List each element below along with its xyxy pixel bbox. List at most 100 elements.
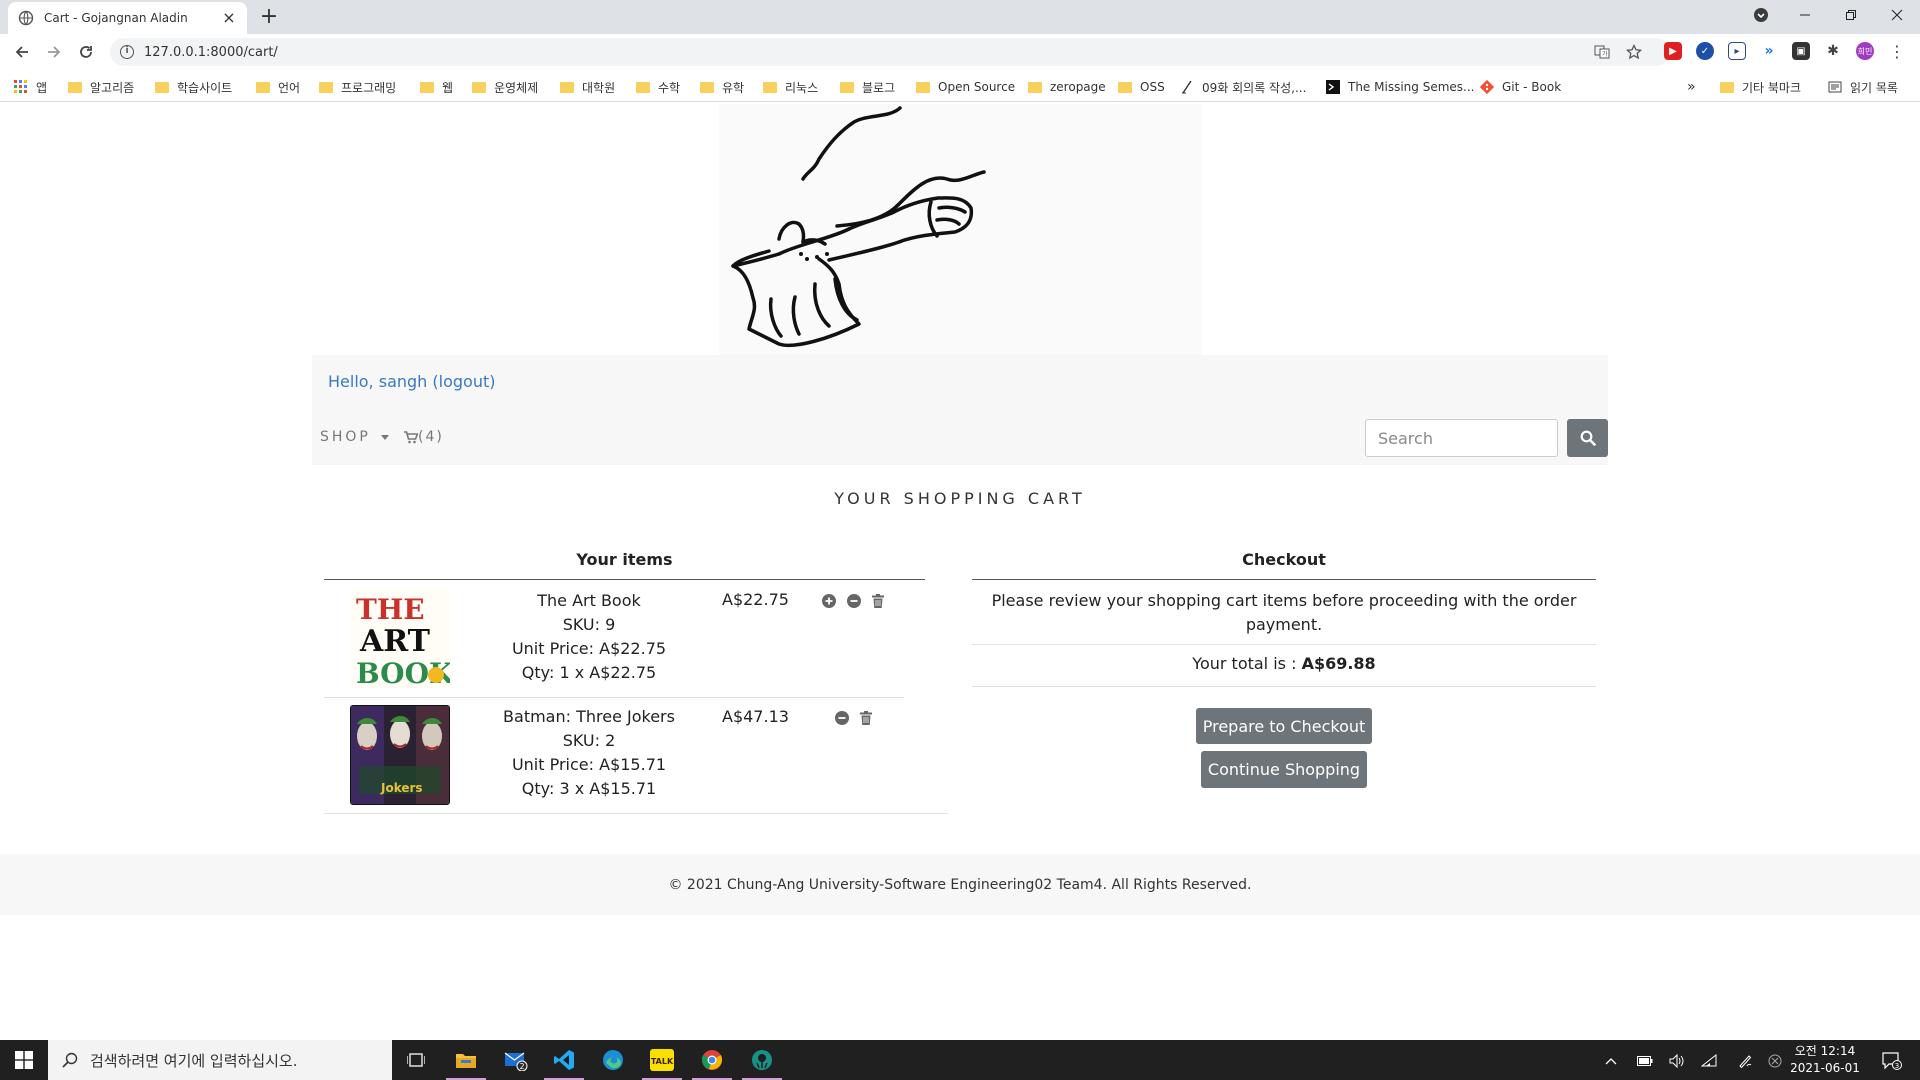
bookmark-folder[interactable]: 프로그래밍 xyxy=(319,78,396,96)
check-extension-icon[interactable]: ✓ xyxy=(1696,42,1714,60)
bookmark-folder[interactable]: zeropage xyxy=(1028,78,1106,96)
chrome-icon[interactable] xyxy=(688,1040,736,1080)
folder-icon xyxy=(319,81,333,93)
window-extension-icon[interactable]: ▸ xyxy=(1728,42,1746,60)
divider xyxy=(972,686,1596,687)
search-button[interactable] xyxy=(1567,419,1608,457)
browser-tab[interactable]: Cart - Gojangnan Aladin × xyxy=(8,2,247,34)
close-window-button[interactable] xyxy=(1874,0,1920,30)
windows-start-icon[interactable] xyxy=(0,1040,48,1080)
bookmarks-overflow-button[interactable]: » xyxy=(1687,78,1696,96)
volume-icon[interactable] xyxy=(1666,1052,1688,1070)
kakao-label: TALK xyxy=(651,1057,674,1066)
divider xyxy=(324,697,904,698)
folder-icon xyxy=(560,81,574,93)
cover-text: THE xyxy=(356,593,425,626)
forward-icon[interactable] xyxy=(42,40,66,64)
shop-dropdown[interactable]: SHOP xyxy=(320,429,389,445)
browser-toolbar: i 127.0.0.1:8000/cart/ 가 xyxy=(0,34,1920,70)
bookmark-apps[interactable]: 앱 xyxy=(14,78,47,96)
notification-center-icon[interactable]: 3 xyxy=(1880,1052,1904,1070)
minus-circle-icon[interactable] xyxy=(846,593,861,608)
greeting-logout-link[interactable]: Hello, sangh (logout) xyxy=(328,372,495,391)
minus-circle-icon[interactable] xyxy=(834,710,849,725)
trash-icon[interactable] xyxy=(858,710,873,725)
folder-icon xyxy=(1118,81,1132,93)
folder-icon xyxy=(256,81,270,93)
taskbar-search-box[interactable]: 검색하려면 여기에 입력하십시오. xyxy=(48,1040,392,1080)
bookmark-label: 수학 xyxy=(658,80,681,95)
vscode-icon[interactable] xyxy=(540,1040,588,1080)
youtube-extension-icon[interactable]: ▶ xyxy=(1664,42,1682,60)
bookmark-folder[interactable]: 학습사이트 xyxy=(155,78,232,96)
reload-icon[interactable] xyxy=(74,40,98,64)
folder-icon xyxy=(1028,81,1042,93)
close-tab-icon[interactable]: × xyxy=(221,10,237,26)
cast-extension-icon[interactable]: » xyxy=(1760,42,1778,60)
edge-browser-icon[interactable] xyxy=(589,1040,637,1080)
wifi-icon[interactable] xyxy=(1698,1052,1720,1070)
bookmark-folder[interactable]: 유학 xyxy=(700,78,744,96)
clock-date: 2021-06-01 xyxy=(1790,1061,1860,1075)
item-sku: SKU: 2 xyxy=(562,731,616,750)
back-icon[interactable] xyxy=(10,40,34,64)
mail-icon[interactable]: 2 xyxy=(492,1040,540,1080)
search-input[interactable] xyxy=(1365,419,1558,457)
bookmark-folder[interactable]: 대학원 xyxy=(560,78,615,96)
translate-icon[interactable]: 가 xyxy=(1592,42,1612,62)
file-explorer-icon[interactable] xyxy=(442,1040,490,1080)
order-total: Your total is : A$69.88 xyxy=(972,654,1596,673)
bookmark-folder[interactable]: Open Source xyxy=(916,78,1015,96)
prepare-checkout-button[interactable]: Prepare to Checkout xyxy=(1196,708,1372,744)
other-bookmarks[interactable]: 기타 북마크 xyxy=(1720,78,1801,96)
cover-text: Jokers xyxy=(380,781,423,795)
item-qty: Qty: 3 x A$15.71 xyxy=(521,779,657,798)
puzzle-extensions-icon[interactable]: ✱ xyxy=(1824,42,1842,60)
bookmark-folder[interactable]: 알고리즘 xyxy=(68,78,134,96)
address-bar[interactable]: i 127.0.0.1:8000/cart/ xyxy=(110,38,1670,66)
cart-link[interactable]: (4) xyxy=(404,429,444,445)
notification-count: 3 xyxy=(1895,1062,1899,1070)
bookmark-folder[interactable]: OSS xyxy=(1118,78,1165,96)
box-extension-icon[interactable]: ▣ xyxy=(1792,42,1810,60)
plus-circle-icon[interactable] xyxy=(821,593,836,608)
bookmark-folder[interactable]: 웹 xyxy=(420,78,453,96)
tray-overflow-icon[interactable] xyxy=(1600,1052,1622,1070)
profile-avatar[interactable]: 희민 xyxy=(1856,42,1874,60)
product-image-three-jokers[interactable]: Jokers xyxy=(350,705,450,805)
bookmarks-bar: 앱 알고리즘 학습사이트 언어 프로그래밍 웹 운영체제 대학원 수학 유학 리… xyxy=(0,70,1920,102)
new-tab-button[interactable]: + xyxy=(258,6,280,28)
bookmark-link[interactable]: Git - Book xyxy=(1480,78,1561,96)
page-title: YOUR SHOPPING CART xyxy=(834,489,1086,508)
bookmark-star-icon[interactable] xyxy=(1624,42,1644,62)
taskbar-clock[interactable]: 오전 12:14 2021-06-01 xyxy=(1780,1043,1870,1077)
bookmark-label: 리눅스 xyxy=(785,80,819,95)
bookmark-folder[interactable]: 운영체제 xyxy=(472,78,538,96)
bookmark-folder[interactable]: 블로그 xyxy=(840,78,895,96)
minimize-button[interactable] xyxy=(1782,0,1828,30)
git-kraken-icon[interactable] xyxy=(738,1040,786,1080)
copyright-text: © 2021 Chung-Ang University-Software Eng… xyxy=(668,876,1252,893)
kakaotalk-icon[interactable]: TALK xyxy=(638,1040,686,1080)
browser-menu-icon[interactable]: ⋮ xyxy=(1888,42,1906,61)
items-heading: Your items xyxy=(576,550,673,569)
bookmark-label: Git - Book xyxy=(1502,80,1562,94)
divider xyxy=(972,644,1596,645)
continue-shopping-button[interactable]: Continue Shopping xyxy=(1201,751,1367,788)
bookmark-link[interactable]: 09화 회의록 작성,... xyxy=(1180,78,1306,96)
bookmark-folder[interactable]: 리눅스 xyxy=(763,78,818,96)
task-view-icon[interactable] xyxy=(392,1040,440,1080)
tab-search-icon[interactable] xyxy=(1738,0,1784,30)
trash-icon[interactable] xyxy=(870,593,885,608)
terminal-icon xyxy=(1326,80,1340,94)
battery-icon[interactable] xyxy=(1634,1052,1656,1070)
restore-button[interactable] xyxy=(1828,0,1874,30)
pen-workspace-icon[interactable] xyxy=(1734,1052,1756,1070)
bookmark-folder[interactable]: 수학 xyxy=(636,78,680,96)
reading-list[interactable]: 읽기 목록 xyxy=(1828,78,1898,96)
site-info-icon[interactable]: i xyxy=(120,45,134,59)
bookmark-link[interactable]: The Missing Semes... xyxy=(1326,78,1474,96)
product-image-art-book[interactable]: THE ART BOOK xyxy=(350,589,455,690)
bookmark-folder[interactable]: 언어 xyxy=(256,78,300,96)
bookmark-label: 언어 xyxy=(278,80,301,95)
